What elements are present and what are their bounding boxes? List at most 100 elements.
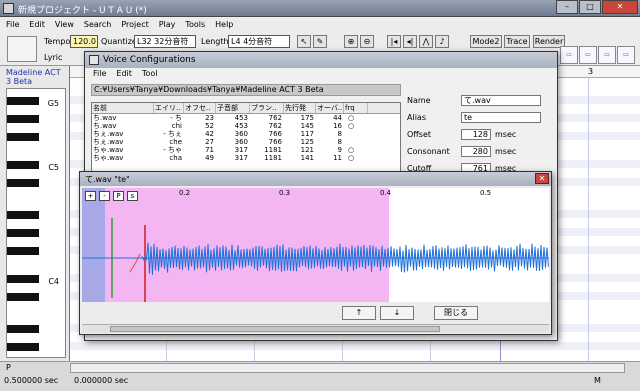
trace-button[interactable]: Trace [504,35,530,48]
column-header[interactable]: 先行発 [284,103,316,113]
column-header[interactable]: ブラン.. [250,103,284,113]
alias-field[interactable]: te [461,112,541,123]
table-cell-offset: 27 [205,138,214,146]
time-tick: 0.3 [279,189,291,197]
close-button[interactable]: ✕ [602,0,638,14]
vc-menu-edit[interactable]: Edit [116,69,132,81]
column-header[interactable]: 子音部 [216,103,250,113]
zoom-out-button[interactable]: - [99,191,110,201]
horizontal-scrollbar[interactable] [70,363,625,373]
zoom-in-icon[interactable]: ⊕ [344,35,358,48]
tool-icon-1[interactable]: ▭ [560,46,578,64]
voice-config-titlebar[interactable]: Voice Configurations [85,52,557,68]
menu-search[interactable]: Search [84,20,111,29]
table-cell-consonant: 317 [234,154,248,162]
menubar: File Edit View Search Project Play Tools… [0,17,640,31]
note-label-g5: G5 [47,99,59,108]
track-name: Madeline ACT 3 Beta [6,68,61,86]
menu-tools[interactable]: Tools [185,20,205,29]
menu-file[interactable]: File [6,20,19,29]
table-cell-name: ち.wav [93,114,117,122]
column-header[interactable]: エイリ.. [154,103,184,113]
maximize-button[interactable]: □ [579,0,601,14]
menu-project[interactable]: Project [121,20,148,29]
waveform-scrollbar[interactable] [82,324,549,333]
close-dialog-button[interactable]: 閉じる [434,306,478,320]
track-button[interactable] [7,36,37,62]
table-row[interactable]: ちぇ.wav che 27 360 766 125 8 [92,138,400,146]
offset-field[interactable]: 128 [461,129,491,140]
table-cell-overlap: 44 [333,114,342,122]
menu-play[interactable]: Play [159,20,176,29]
black-key[interactable] [7,229,39,237]
menu-help[interactable]: Help [215,20,233,29]
quantize-select[interactable]: L32 32分音符 [134,35,196,48]
black-key[interactable] [7,211,39,219]
black-key[interactable] [7,161,39,169]
black-key[interactable] [7,115,39,123]
offset-unit: msec [495,130,517,139]
black-key[interactable] [7,133,39,141]
table-row[interactable]: ちぇ.wav - ちぇ 42 360 766 117 8 [92,130,400,138]
table-cell-preutter: 145 [300,122,314,130]
s-button[interactable]: s [127,191,138,201]
menu-edit[interactable]: Edit [29,20,45,29]
waveform-canvas[interactable]: 0.2 0.3 0.4 0.5 + - P s ↑ ↓ 閉じる [82,188,549,334]
rewind-icon[interactable]: ◂| [403,35,417,48]
table-cell-frq: ○ [348,114,355,122]
tool-icon-3[interactable]: ▭ [598,46,616,64]
black-key[interactable] [7,97,39,105]
length-select[interactable]: L4 4分音符 [228,35,290,48]
status-bar: P 0.500000 sec 0.000000 sec M [0,361,640,391]
pencil-tool-icon[interactable]: ✎ [313,35,327,48]
tool-icon-4[interactable]: ▭ [617,46,635,64]
waveform-close-button[interactable]: ✕ [535,173,549,184]
table-cell-preutter: 117 [300,130,314,138]
waveform-titlebar[interactable]: て.wav "te" ✕ [80,172,551,186]
table-row[interactable]: ち.wav chi 52 453 762 145 16 ○ [92,122,400,130]
minimize-button[interactable]: – [556,0,578,14]
column-header[interactable]: オーバ.. [316,103,344,113]
black-key[interactable] [7,325,39,333]
mode2-button[interactable]: Mode2 [470,35,502,48]
column-header[interactable]: 名前 [92,103,154,113]
piano-keys[interactable]: G5 C5 C4 [6,88,66,358]
pointer-tool-icon[interactable]: ↖ [297,35,311,48]
voice-config-icon [89,55,99,65]
table-cell-blank: 1181 [264,154,282,162]
oto-table[interactable]: 名前 エイリ.. オフセ.. 子音部 ブラン.. 先行発 オーバ.. frq ち… [91,102,401,172]
zoom-out-icon[interactable]: ⊖ [360,35,374,48]
menu-view[interactable]: View [55,20,74,29]
waveform-graph[interactable] [82,188,549,302]
tool-icon-2[interactable]: ▭ [579,46,597,64]
black-key[interactable] [7,343,39,351]
column-header[interactable]: オフセ.. [184,103,216,113]
jump-start-icon[interactable]: |◂ [387,35,401,48]
scroll-thumb[interactable] [110,326,440,332]
main-titlebar[interactable]: 新規プロジェクト - U T A U (*) – □ ✕ [0,0,640,17]
consonant-field[interactable]: 280 [461,146,491,157]
time-tick: 0.5 [480,189,492,197]
table-row[interactable]: ち.wav - ち 23 453 762 175 44 ○ [92,114,400,122]
p-button[interactable]: P [113,191,124,201]
name-field[interactable]: て.wav [461,95,541,106]
black-key[interactable] [7,275,39,283]
zoom-in-button[interactable]: + [85,191,96,201]
vc-menu-tool[interactable]: Tool [142,69,158,81]
vc-menu-file[interactable]: File [93,69,106,81]
column-header[interactable]: frq [344,103,368,113]
split-icon[interactable]: ⋀ [419,35,433,48]
table-cell-name: ち.wav [93,122,117,130]
black-key[interactable] [7,179,39,187]
tempo-input[interactable]: 120.0 [70,35,98,48]
length-label: Length [201,37,229,46]
table-cell-offset: 71 [205,146,214,154]
note-icon[interactable]: ♪ [435,35,449,48]
black-key[interactable] [7,293,39,301]
down-button[interactable]: ↓ [380,306,414,320]
up-button[interactable]: ↑ [342,306,376,320]
table-row[interactable]: ちゃ.wav - ちゃ 71 317 1181 121 9 ○ [92,146,400,154]
black-key[interactable] [7,247,39,255]
table-row[interactable]: ちゃ.wav cha 49 317 1181 141 11 ○ [92,154,400,162]
piano-keyboard-panel: Madeline ACT 3 Beta G5 C5 C4 [0,66,70,361]
